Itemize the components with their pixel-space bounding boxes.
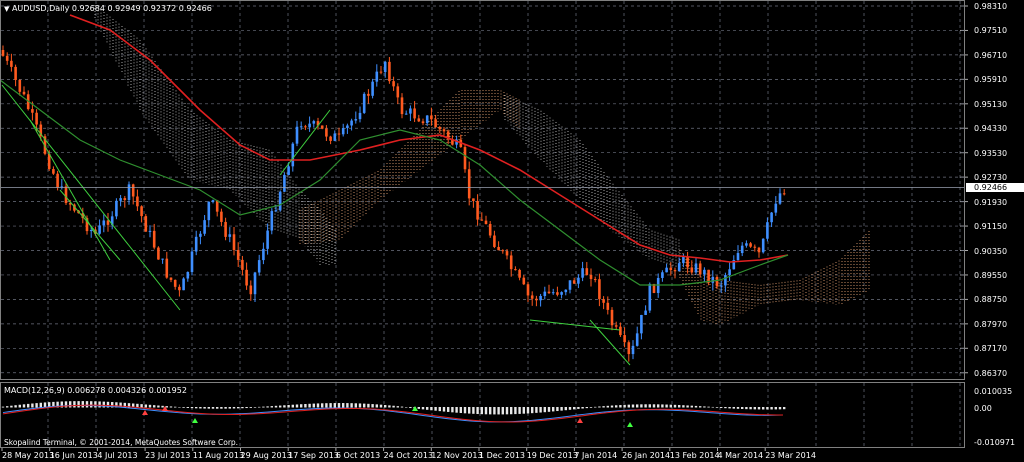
price-label: 0.92730	[974, 173, 1008, 183]
main-chart-frame	[0, 0, 965, 380]
price-label: 0.91930	[974, 197, 1008, 207]
date-label: 11 Aug 2013	[192, 451, 245, 460]
date-label: 6 Oct 2013	[335, 451, 381, 460]
price-label: 0.93530	[974, 148, 1008, 158]
date-label: 24 Oct 2013	[383, 451, 434, 460]
date-label: 19 Dec 2013	[526, 451, 578, 460]
price-label: 0.89550	[974, 270, 1008, 280]
date-label: 4 Mar 2014	[717, 451, 764, 460]
symbol-dropdown-icon[interactable]: ▼	[4, 5, 9, 13]
macd-axis-top: 0.010035	[974, 387, 1013, 396]
price-label: 0.97510	[974, 26, 1008, 36]
price-label: 0.95130	[974, 99, 1008, 109]
symbol-header: ▼ AUDUSD,Daily 0.92684 0.92949 0.92372 0…	[4, 4, 212, 14]
price-label: 0.87170	[974, 344, 1008, 354]
date-label: 1 Dec 2013	[479, 451, 526, 460]
date-label: 17 Sep 2013	[288, 451, 339, 460]
date-label: 29 Aug 2013	[240, 451, 292, 460]
price-label: 0.98310	[974, 2, 1008, 11]
ohlc-values: 0.92684 0.92949 0.92372 0.92466	[71, 4, 212, 13]
copyright-text: Skopalind Terminal, © 2001-2014, MetaQuo…	[4, 438, 239, 447]
chart-window[interactable]: ▼ AUDUSD,Daily 0.92684 0.92949 0.92372 0…	[0, 0, 1024, 462]
date-label: 13 Feb 2014	[669, 451, 720, 460]
date-label: 26 Jan 2014	[622, 451, 671, 460]
macd-axis-zero: 0.00	[974, 404, 992, 413]
date-label: 7 Jan 2014	[574, 451, 618, 460]
date-label: 23 Mar 2014	[765, 451, 816, 460]
price-label: 0.87970	[974, 319, 1008, 329]
date-label: 12 Nov 2013	[431, 451, 483, 460]
price-label: 0.91150	[974, 222, 1008, 232]
price-label: 0.90350	[974, 246, 1008, 256]
price-label: 0.86370	[974, 368, 1008, 378]
date-label: 23 Jul 2013	[145, 451, 191, 460]
price-label: 0.96710	[974, 50, 1008, 60]
macd-axis-bottom: -0.010971	[974, 438, 1016, 447]
date-label: 28 May 2013	[2, 451, 55, 460]
price-label: 0.88750	[974, 295, 1008, 305]
current-price-tag: 0.92466	[966, 183, 1024, 192]
date-label: 4 Jul 2013	[97, 451, 138, 460]
price-label: 0.94330	[974, 124, 1008, 134]
macd-indicator-title: MACD(12,26,9) 0.006278 0.004326 0.001952	[4, 386, 187, 395]
date-label: 16 Jun 2013	[49, 451, 98, 460]
price-label: 0.95910	[974, 75, 1008, 85]
symbol-title: AUDUSD,Daily	[11, 4, 70, 13]
